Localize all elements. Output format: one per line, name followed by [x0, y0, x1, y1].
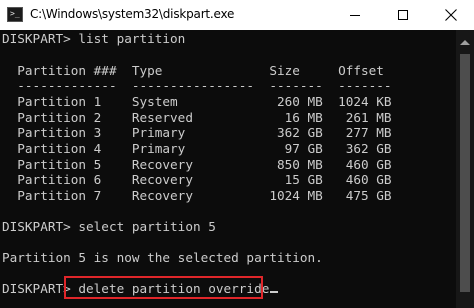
console-line: Partition 7 Recovery 1024 MB 475 GB	[2, 188, 392, 203]
scrollbar-thumb[interactable]	[460, 54, 470, 292]
window-title: C:\Windows\system32\diskpart.exe	[30, 7, 235, 21]
vertical-scrollbar[interactable]	[456, 30, 474, 308]
scroll-up-arrow-icon[interactable]	[460, 40, 470, 45]
cmd-icon: >_	[7, 7, 23, 22]
cmd-icon-glyph: >_	[10, 9, 20, 18]
console-line: Partition 5 Recovery 850 MB 460 GB	[2, 157, 392, 172]
minimize-button[interactable]	[332, 0, 378, 30]
title-bar[interactable]: >_ C:\Windows\system32\diskpart.exe	[0, 0, 474, 30]
text-cursor	[270, 291, 279, 293]
command-highlight-box	[64, 276, 263, 299]
console-line: ------------- ---------------- ------- -…	[2, 78, 392, 93]
console-line: Partition 6 Recovery 15 GB 460 GB	[2, 172, 392, 187]
console-line: DISKPART> list partition	[2, 31, 186, 46]
console-line: DISKPART> select partition 5	[2, 219, 216, 234]
console-line: Partition 4 Primary 97 GB 362 GB	[2, 141, 392, 156]
console-line: Partition 1 System 260 MB 1024 KB	[2, 94, 392, 109]
minimize-icon	[350, 15, 360, 16]
console-output[interactable]: DISKPART> list partition Partition ### T…	[0, 30, 456, 308]
close-icon	[445, 9, 457, 21]
console-line: Partition 2 Reserved 16 MB 261 MB	[2, 110, 392, 125]
maximize-icon	[398, 10, 408, 20]
console-line: Partition 5 is now the selected partitio…	[2, 250, 323, 265]
console-line: Partition ### Type Size Offset	[2, 63, 384, 78]
console-line: Partition 3 Primary 362 GB 277 MB	[2, 125, 392, 140]
maximize-button[interactable]	[380, 0, 426, 30]
close-button[interactable]	[428, 0, 474, 30]
diskpart-window: >_ C:\Windows\system32\diskpart.exe DISK…	[0, 0, 474, 308]
